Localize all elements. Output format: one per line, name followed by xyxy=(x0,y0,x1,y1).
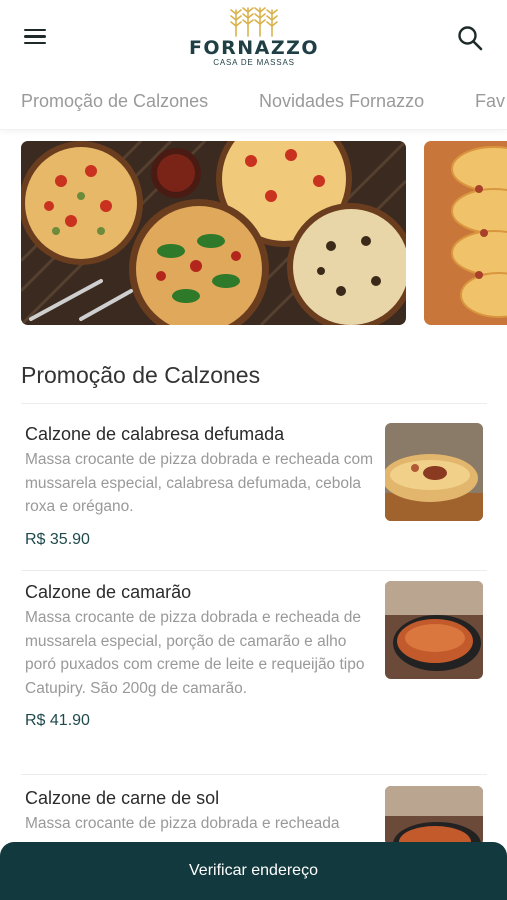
product-item-camarao[interactable]: Calzone de camarão Massa crocante de piz… xyxy=(25,580,487,732)
product-description: Massa crocante de pizza dobrada e rechea… xyxy=(25,815,340,832)
search-icon[interactable] xyxy=(456,24,484,52)
tab-favoritos[interactable]: Fav xyxy=(475,91,505,112)
divider xyxy=(21,570,487,571)
product-price: R$ 41.90 xyxy=(25,712,90,729)
section-title: Promoção de Calzones xyxy=(21,362,261,388)
logo-name: FORNAZZO xyxy=(188,37,320,59)
product-item-calabresa[interactable]: Calzone de calabresa defumada Massa croc… xyxy=(25,422,487,551)
product-description: Massa crocante de pizza dobrada e rechea… xyxy=(25,609,365,697)
divider xyxy=(21,774,487,775)
divider xyxy=(21,403,487,404)
promo-banner-calzones[interactable] xyxy=(424,141,507,325)
product-image xyxy=(385,423,483,521)
promo-banner-pizzas[interactable] xyxy=(21,141,406,325)
app-header: FORNAZZO CASA DE MASSAS xyxy=(0,0,507,76)
tab-promocao-de-calzones[interactable]: Promoção de Calzones xyxy=(21,91,208,112)
calzones-photo xyxy=(424,141,507,325)
tab-novidades-fornazzo[interactable]: Novidades Fornazzo xyxy=(259,91,424,112)
product-image xyxy=(385,581,483,679)
category-tabs: Promoção de Calzones Novidades Fornazzo … xyxy=(0,76,507,130)
hamburger-menu-icon[interactable] xyxy=(22,25,48,47)
logo-subtitle: CASA DE MASSAS xyxy=(213,58,295,67)
wheat-logo-icon xyxy=(230,7,278,37)
product-image xyxy=(385,786,483,846)
fornazzo-logo[interactable]: FORNAZZO CASA DE MASSAS xyxy=(180,6,328,70)
pizzas-photo xyxy=(21,141,406,325)
product-item-carne-de-sol[interactable]: Calzone de carne de sol Massa crocante d… xyxy=(25,786,487,846)
product-price: R$ 35.90 xyxy=(25,530,90,548)
product-description: Massa crocante de pizza dobrada e rechea… xyxy=(25,451,374,515)
verificar-endereco-button[interactable]: Verificar endereço xyxy=(0,842,507,900)
